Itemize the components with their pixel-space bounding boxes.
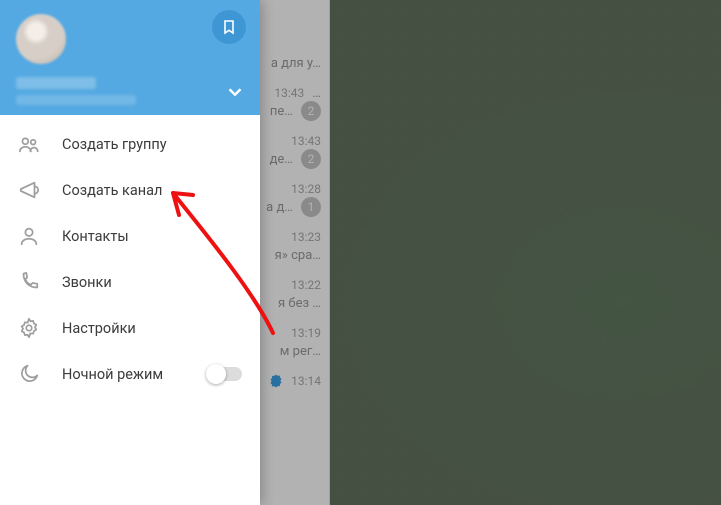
chat-snippet: пе… — [270, 104, 293, 119]
chevron-down-icon — [224, 81, 246, 103]
chat-time: 13:14 — [291, 374, 321, 388]
chat-content-area — [330, 0, 721, 505]
menu-item-icon — [18, 225, 40, 247]
menu-item-label: Настройки — [62, 320, 136, 337]
chat-snippet: де… — [270, 152, 293, 167]
menu-item-icon — [18, 271, 40, 293]
chat-unread-badge: 2 — [301, 101, 321, 121]
chat-time: 13:43 — [291, 134, 321, 148]
menu-item-icon — [18, 133, 40, 155]
menu-item-label: Звонки — [62, 274, 112, 291]
bookmark-icon — [221, 19, 237, 35]
moon-icon — [18, 363, 40, 385]
menu-item-label: Ночной режим — [62, 366, 163, 383]
chat-snippet: а для у… — [271, 56, 321, 71]
night-mode-switch[interactable] — [208, 367, 242, 381]
chat-content-overlay — [330, 0, 721, 505]
menu-item-calls[interactable]: Звонки — [0, 259, 260, 305]
menu-item-group[interactable]: Создать группу — [0, 121, 260, 167]
chat-snippet: м рег… — [280, 344, 321, 359]
menu-item-moon[interactable]: Ночной режим — [0, 351, 260, 397]
verified-icon — [269, 374, 283, 388]
chat-time: 13:28 — [291, 182, 321, 196]
calls-icon — [18, 271, 40, 293]
menu-item-trailing — [208, 367, 242, 381]
menu-item-icon — [18, 317, 40, 339]
app-root: а для у…13:43…пе…213:43де…213:28а д…113:… — [0, 0, 721, 505]
menu-item-settings[interactable]: Настройки — [0, 305, 260, 351]
menu-item-contacts[interactable]: Контакты — [0, 213, 260, 259]
menu-item-label: Контакты — [62, 228, 129, 245]
menu-item-icon — [18, 363, 40, 385]
menu-item-icon — [18, 179, 40, 201]
chat-unread-badge: 2 — [301, 149, 321, 169]
chat-time: 13:43 — [274, 86, 304, 100]
drawer-phone-placeholder — [16, 95, 136, 105]
side-menu-list: Создать группу Создать канал Контакты Зв… — [0, 115, 260, 397]
contacts-icon — [18, 225, 40, 247]
chat-unread-badge: 1 — [301, 197, 321, 217]
menu-item-label: Создать группу — [62, 136, 167, 153]
accounts-expand-button[interactable] — [224, 81, 246, 103]
side-menu-header — [0, 0, 260, 115]
group-icon — [18, 133, 40, 155]
saved-messages-button[interactable] — [212, 10, 246, 44]
menu-item-label: Создать канал — [62, 182, 162, 199]
chat-time: 13:19 — [291, 326, 321, 340]
chat-snippet: а д… — [266, 200, 293, 215]
side-menu: Создать группу Создать канал Контакты Зв… — [0, 0, 260, 505]
channel-icon — [18, 179, 40, 201]
drawer-name-placeholder — [16, 77, 96, 89]
chat-time: 13:22 — [291, 278, 321, 292]
menu-item-channel[interactable]: Создать канал — [0, 167, 260, 213]
settings-icon — [18, 317, 40, 339]
drawer-user-block[interactable] — [16, 77, 216, 105]
chat-snippet: я без … — [278, 296, 321, 311]
chat-snippet: … — [312, 86, 321, 101]
chat-time: 13:23 — [291, 230, 321, 244]
avatar[interactable] — [16, 14, 66, 64]
chat-snippet: я» сра… — [275, 248, 321, 263]
